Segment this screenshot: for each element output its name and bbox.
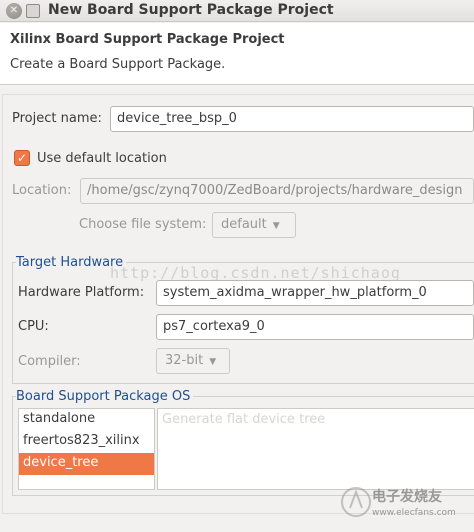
location-label: Location:: [12, 183, 72, 198]
cpu-label: CPU:: [18, 319, 49, 334]
window-title: New Board Support Package Project: [48, 2, 334, 18]
bsp-os-description: Generate flat device tree: [162, 412, 326, 427]
compiler-value: 32-bit: [165, 353, 204, 368]
bsp-os-title: Board Support Package OS: [16, 389, 194, 404]
logo-name: 电子发烧友: [372, 489, 442, 505]
wizard-title: Xilinx Board Support Package Project: [10, 32, 285, 47]
chevron-down-icon: ▼: [209, 357, 217, 367]
location-input[interactable]: /home/gsc/zynq7000/ZedBoard/projects/har…: [80, 178, 474, 204]
list-item-standalone[interactable]: standalone: [19, 409, 154, 431]
project-name-label: Project name:: [12, 111, 102, 126]
window-icon: [26, 4, 40, 18]
file-system-select[interactable]: default ▼: [212, 212, 296, 238]
bsp-os-list[interactable]: standalone freertos823_xilinx device_tre…: [18, 408, 155, 490]
hardware-platform-label: Hardware Platform:: [18, 285, 145, 300]
logo-url: www.elecfans.com: [372, 508, 456, 518]
use-default-location-checkbox[interactable]: ✓: [14, 150, 30, 166]
file-system-label: Choose file system:: [79, 217, 207, 232]
project-name-input[interactable]: device_tree_bsp_0: [110, 106, 474, 132]
use-default-location-label[interactable]: Use default location: [37, 151, 167, 166]
chevron-down-icon: ▼: [272, 221, 280, 231]
wizard-subtitle: Create a Board Support Package.: [10, 57, 226, 72]
hardware-platform-select[interactable]: system_axidma_wrapper_hw_platform_0: [156, 280, 474, 306]
cpu-select[interactable]: ps7_cortexa9_0: [156, 314, 474, 340]
compiler-label: Compiler:: [18, 354, 81, 369]
list-item-device-tree[interactable]: device_tree: [19, 453, 154, 475]
window-titlebar: ✕ New Board Support Package Project: [0, 0, 474, 22]
compiler-select[interactable]: 32-bit ▼: [156, 348, 230, 374]
close-icon[interactable]: ✕: [6, 3, 22, 19]
wizard-header: Xilinx Board Support Package Project Cre…: [0, 23, 474, 85]
file-system-value: default: [221, 217, 267, 232]
list-item-freertos[interactable]: freertos823_xilinx: [19, 431, 154, 453]
